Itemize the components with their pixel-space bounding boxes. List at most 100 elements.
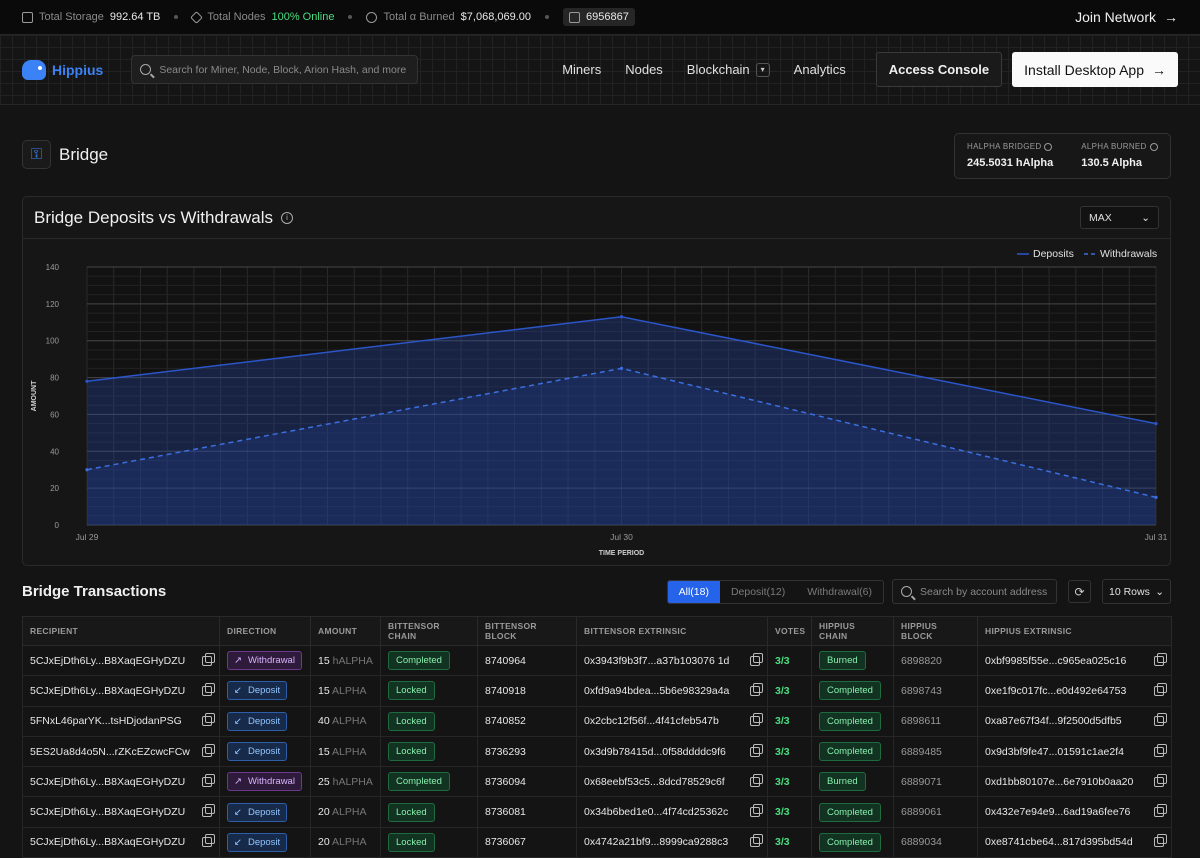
copy-icon[interactable] [750, 773, 763, 787]
copy-icon[interactable] [202, 743, 215, 757]
copy-icon[interactable] [1154, 804, 1167, 818]
nav-link-blockchain[interactable]: Blockchain ▾ [687, 62, 770, 77]
hippius-block-cell[interactable]: 6889071 [893, 766, 978, 798]
recipient-address[interactable]: 5ES2Ua8d4o5N...rZKcEZcwcFCw [30, 746, 190, 758]
bittensor-extrinsic-hash[interactable]: 0x68eebf53c5...8dcd78529c6f [584, 776, 725, 788]
table-row[interactable]: 5CJxEjDth6Ly...B8XaqEGHyDZU ↗ Withdrawal 25… [22, 766, 1172, 798]
bittensor-block-cell[interactable]: 8736293 [477, 735, 577, 768]
filter-all-tab[interactable]: All(18) [667, 580, 720, 603]
hippius-block-cell[interactable]: 6898611 [893, 705, 978, 737]
hippius-extrinsic-hash[interactable]: 0xbf9985f55e...c965ea025c16 [985, 655, 1126, 667]
recipient-address[interactable]: 5CJxEjDth6Ly...B8XaqEGHyDZU [30, 776, 185, 788]
status-badge: Locked [388, 802, 435, 822]
copy-icon[interactable] [750, 652, 763, 666]
col-direction[interactable]: DIRECTION [219, 616, 311, 646]
copy-icon[interactable] [202, 682, 215, 696]
bittensor-block-cell[interactable]: 8736094 [477, 766, 577, 798]
col-bittensor-extrinsic[interactable]: BITTENSOR EXTRINSIC [576, 616, 768, 646]
hippius-extrinsic-hash[interactable]: 0xa87e67f34f...9f2500d5dfb5 [985, 715, 1122, 727]
nav-link-nodes[interactable]: Nodes [625, 62, 663, 77]
direction-badge: ↙ Deposit [227, 832, 288, 852]
table-row[interactable]: 5CJxEjDth6Ly...B8XaqEGHyDZU ↗ Withdrawal 15… [22, 644, 1172, 677]
bittensor-extrinsic-hash[interactable]: 0x4742a21bf9...8999ca9288c3 [584, 836, 728, 848]
copy-icon[interactable] [202, 713, 215, 727]
col-bittensor-chain[interactable]: BITTENSOR CHAIN [380, 616, 478, 646]
copy-icon[interactable] [1154, 743, 1167, 757]
refresh-icon[interactable]: ⟳ [1068, 580, 1091, 603]
votes-cell: 3/3 [767, 705, 812, 737]
hippius-extrinsic-hash[interactable]: 0x432e7e94e9...6ad19a6fee76 [985, 806, 1130, 818]
copy-icon[interactable] [750, 743, 763, 757]
hippius-block-cell[interactable]: 6889485 [893, 735, 978, 768]
hippius-block-cell[interactable]: 6898743 [893, 675, 978, 707]
recipient-address[interactable]: 5CJxEjDth6Ly...B8XaqEGHyDZU [30, 806, 185, 818]
access-console-button[interactable]: Access Console [875, 52, 1003, 87]
time-range-select[interactable]: MAX ⌄ [1080, 206, 1159, 229]
hippius-extrinsic-hash[interactable]: 0xe8741cbe64...817d395bd54d [985, 836, 1133, 848]
install-desktop-app-button[interactable]: Install Desktop App → [1012, 52, 1178, 87]
col-bittensor-block[interactable]: BITTENSOR BLOCK [477, 616, 577, 646]
nav-link-analytics[interactable]: Analytics [794, 62, 846, 77]
copy-icon[interactable] [1154, 652, 1167, 666]
copy-icon[interactable] [750, 682, 763, 696]
filter-withdrawal-tab[interactable]: Withdrawal(6) [796, 581, 883, 603]
table-row[interactable]: 5CJxEjDth6Ly...B8XaqEGHyDZU ↙ Deposit 15 AL… [22, 675, 1172, 707]
copy-icon[interactable] [202, 834, 215, 848]
bittensor-extrinsic-hash[interactable]: 0x3d9b78415d...0f58ddddc9f6 [584, 746, 726, 758]
recipient-address[interactable]: 5CJxEjDth6Ly...B8XaqEGHyDZU [30, 655, 185, 667]
rows-per-page-select[interactable]: 10 Rows ⌄ [1102, 579, 1171, 604]
bittensor-extrinsic-hash[interactable]: 0x34b6bed1e0...4f74cd25362c [584, 806, 728, 818]
account-search-input[interactable]: Search by account address [892, 579, 1057, 604]
recipient-address[interactable]: 5FNxL46parYK...tsHDjodanPSG [30, 715, 182, 727]
col-votes[interactable]: VOTES [767, 616, 812, 646]
bittensor-block-cell[interactable]: 8740918 [477, 675, 577, 707]
hippius-extrinsic-hash[interactable]: 0xe1f9c017fc...e0d492e64753 [985, 685, 1126, 697]
bittensor-block-cell[interactable]: 8740964 [477, 644, 577, 677]
col-recipient[interactable]: RECIPIENT [22, 616, 220, 646]
global-search-input[interactable]: Search for Miner, Node, Block, Arion Has… [131, 55, 419, 84]
recipient-address[interactable]: 5CJxEjDth6Ly...B8XaqEGHyDZU [30, 836, 185, 848]
recipient-address[interactable]: 5CJxEjDth6Ly...B8XaqEGHyDZU [30, 685, 185, 697]
nav-link-miners[interactable]: Miners [562, 62, 601, 77]
y-tick-label: 140 [46, 263, 60, 272]
table-row[interactable]: 5CJxEjDth6Ly...B8XaqEGHyDZU ↙ Deposit 20 AL… [22, 796, 1172, 828]
bittensor-block-cell[interactable]: 8740852 [477, 705, 577, 737]
bittensor-extrinsic-hash[interactable]: 0xfd9a94bdea...5b6e98329a4a [584, 685, 729, 697]
copy-icon[interactable] [202, 652, 215, 666]
col-hippius-block[interactable]: HIPPIUS BLOCK [893, 616, 978, 646]
bittensor-chain-cell: Locked [380, 675, 478, 707]
filter-deposit-tab[interactable]: Deposit(12) [720, 581, 796, 603]
bittensor-block-cell[interactable]: 8736081 [477, 796, 577, 828]
join-network-link[interactable]: Join Network → [1075, 9, 1178, 25]
info-icon[interactable] [1044, 142, 1053, 151]
copy-icon[interactable] [1154, 682, 1167, 696]
copy-icon[interactable] [750, 804, 763, 818]
copy-icon[interactable] [202, 773, 215, 787]
copy-icon[interactable] [1154, 773, 1167, 787]
info-icon[interactable] [1149, 142, 1158, 151]
copy-icon[interactable] [750, 834, 763, 848]
hippius-extrinsic-hash[interactable]: 0x9d3bf9fe47...01591c1ae2f4 [985, 746, 1124, 758]
table-row[interactable]: 5FNxL46parYK...tsHDjodanPSG ↙ Deposit 40 AL… [22, 705, 1172, 737]
table-row[interactable]: 5CJxEjDth6Ly...B8XaqEGHyDZU ↙ Deposit 20 AL… [22, 826, 1172, 858]
bittensor-extrinsic-hash[interactable]: 0x3943f9b3f7...a37b103076 1d [584, 655, 729, 667]
hippius-block-cell[interactable]: 6889061 [893, 796, 978, 828]
hippius-block-cell[interactable]: 6889034 [893, 826, 978, 858]
copy-icon[interactable] [1154, 713, 1167, 727]
block-height-badge[interactable]: 6956867 [563, 8, 635, 26]
col-hippius-chain[interactable]: HIPPIUS CHAIN [811, 616, 894, 646]
copy-icon[interactable] [202, 804, 215, 818]
copy-icon[interactable] [1154, 834, 1167, 848]
copy-icon[interactable] [750, 713, 763, 727]
info-icon[interactable]: i [281, 211, 294, 224]
bittensor-block-cell[interactable]: 8736067 [477, 826, 577, 858]
halpha-bridged-label: HALPHA BRIDGED [967, 142, 1042, 151]
hippius-extrinsic-hash[interactable]: 0xd1bb80107e...6e7910b0aa20 [985, 776, 1133, 788]
bittensor-extrinsic-hash[interactable]: 0x2cbc12f56f...4f41cfeb547b [584, 715, 719, 727]
hippius-block-cell[interactable]: 6898820 [893, 644, 978, 677]
table-row[interactable]: 5ES2Ua8d4o5N...rZKcEZcwcFCw ↙ Deposit 15 AL… [22, 735, 1172, 768]
brand-logo[interactable]: Hippius [22, 59, 103, 80]
status-badge: Locked [388, 832, 435, 852]
col-hippius-extrinsic[interactable]: HIPPIUS EXTRINSIC [977, 616, 1172, 646]
col-amount[interactable]: AMOUNT [310, 616, 381, 646]
